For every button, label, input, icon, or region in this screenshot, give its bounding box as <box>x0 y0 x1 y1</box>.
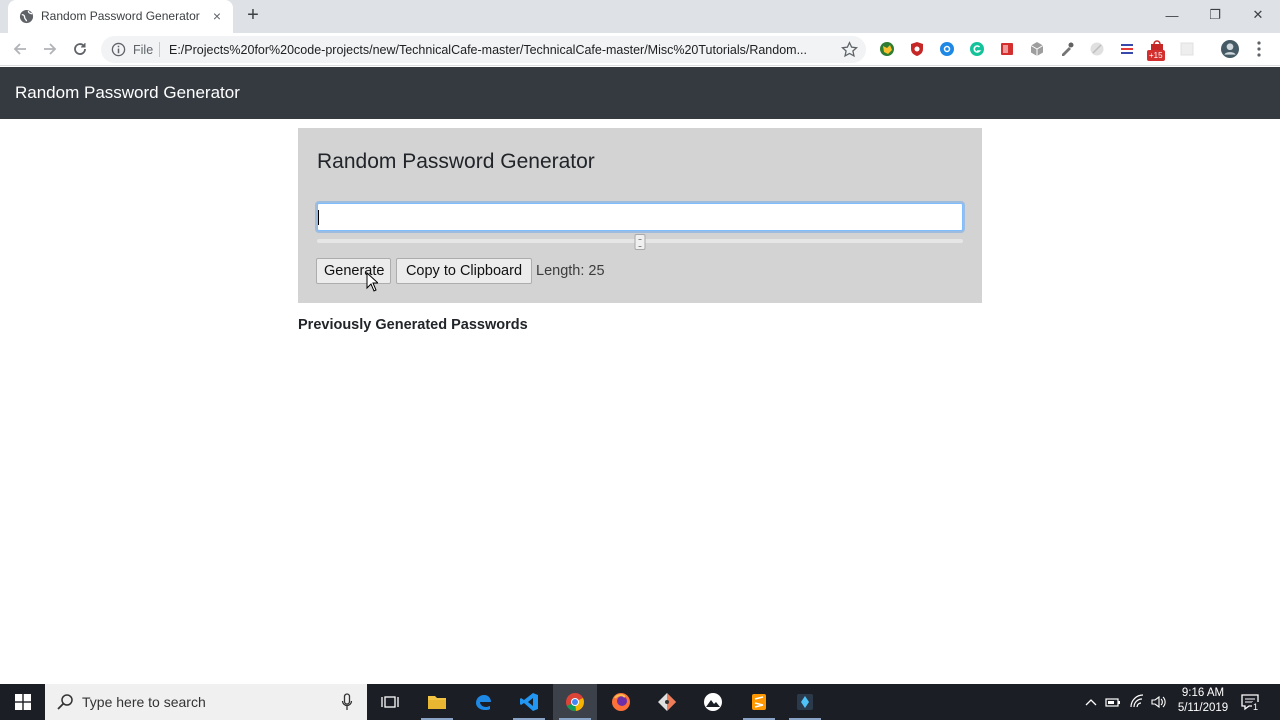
task-view-icon <box>381 696 399 708</box>
taskbar-vscode[interactable] <box>507 684 551 720</box>
windows-taskbar: Type here to search 9:16 AM 5/11/2019 1 <box>0 684 1280 720</box>
browser-toolbar: File E:/Projects%20for%20code-projects/n… <box>0 33 1280 66</box>
mouse-pointer-icon <box>366 272 378 292</box>
extension-list-icon[interactable] <box>1119 41 1135 57</box>
chevron-up-icon[interactable] <box>1083 694 1099 710</box>
extension-blank-icon[interactable] <box>1179 41 1195 57</box>
action-center-button[interactable]: 1 <box>1240 692 1260 712</box>
info-icon[interactable] <box>111 42 126 57</box>
taskbar-clock[interactable]: 9:16 AM 5/11/2019 <box>1168 686 1238 716</box>
address-bar[interactable]: File E:/Projects%20for%20code-projects/n… <box>101 36 866 63</box>
password-output-field[interactable] <box>317 203 963 231</box>
folder-icon <box>428 696 446 709</box>
pen-tool-icon <box>797 694 813 710</box>
start-button[interactable] <box>0 684 45 720</box>
grammarly-icon[interactable] <box>969 41 985 57</box>
extension-badge-count: +15 <box>1147 50 1165 61</box>
arrow-right-icon <box>44 43 57 55</box>
taskbar-edge[interactable] <box>461 684 505 720</box>
clock-time: 9:16 AM <box>1181 687 1225 699</box>
vscode-icon <box>520 693 538 711</box>
bookmark-star-icon[interactable] <box>841 41 858 58</box>
taskbar-sublime[interactable] <box>737 684 781 720</box>
back-button[interactable] <box>8 37 32 61</box>
reload-button[interactable] <box>68 37 92 61</box>
new-tab-button[interactable]: + <box>243 5 263 25</box>
taskbar-git[interactable] <box>645 684 689 720</box>
taskbar-inkscape[interactable] <box>691 684 735 720</box>
microphone-icon[interactable] <box>341 693 353 711</box>
volume-icon[interactable] <box>1150 694 1166 710</box>
notification-count: 1 <box>1252 702 1260 712</box>
wifi-icon[interactable] <box>1129 694 1145 710</box>
generate-button[interactable]: Generate <box>316 258 391 284</box>
omnibox-divider <box>159 42 160 57</box>
restore-button[interactable]: ❐ <box>1194 0 1236 30</box>
search-placeholder: Type here to search <box>82 694 206 710</box>
extension-globe-icon[interactable] <box>879 41 895 57</box>
chrome-icon <box>566 693 584 712</box>
extension-badge[interactable]: +15 <box>1147 39 1169 61</box>
sublime-icon <box>752 694 766 710</box>
url-text[interactable]: E:/Projects%20for%20code-projects/new/Te… <box>169 43 837 57</box>
taskbar-editor[interactable] <box>783 684 827 720</box>
taskbar-chrome[interactable] <box>553 684 597 720</box>
text-caret <box>318 210 319 225</box>
extension-book-icon[interactable] <box>999 41 1015 57</box>
slider-thumb[interactable] <box>634 234 646 250</box>
mountain-icon <box>704 693 722 711</box>
profile-avatar-icon[interactable] <box>1221 40 1239 58</box>
security-label: File <box>133 43 154 57</box>
history-heading: Previously Generated Passwords <box>298 317 528 333</box>
close-window-button[interactable]: ✕ <box>1237 0 1279 30</box>
arrow-left-icon <box>13 43 26 55</box>
navbar-brand[interactable]: Random Password Generator <box>15 83 240 103</box>
taskbar-firefox[interactable] <box>599 684 643 720</box>
browser-tab[interactable]: Random Password Generator × <box>8 0 233 33</box>
generator-card: Random Password Generator Generate Copy … <box>298 128 982 303</box>
extension-disabled-icon[interactable] <box>1089 41 1105 57</box>
clock-date: 5/11/2019 <box>1177 702 1229 714</box>
ublock-shield-icon[interactable] <box>909 41 925 57</box>
length-slider[interactable] <box>317 234 963 250</box>
menu-kebab-icon[interactable] <box>1254 40 1264 58</box>
taskbar-file-explorer[interactable] <box>415 684 459 720</box>
firefox-icon <box>612 693 630 711</box>
windows-logo-icon <box>14 694 31 710</box>
git-icon <box>658 693 676 711</box>
card-title: Random Password Generator <box>317 150 595 173</box>
minimize-button[interactable]: — <box>1151 0 1193 30</box>
length-readout: Length: 25 <box>536 263 605 279</box>
copy-to-clipboard-button[interactable]: Copy to Clipboard <box>396 258 532 284</box>
tab-title: Random Password Generator <box>41 9 200 23</box>
forward-button[interactable] <box>38 37 62 61</box>
globe-icon <box>19 9 34 24</box>
task-view-button[interactable] <box>368 684 412 720</box>
tab-strip: Random Password Generator × + — ❐ ✕ <box>0 0 1280 33</box>
extension-at-icon[interactable] <box>939 41 955 57</box>
site-navbar: Random Password Generator <box>0 67 1280 119</box>
search-icon <box>57 694 73 710</box>
edge-icon <box>476 695 491 710</box>
taskbar-search-box[interactable]: Type here to search <box>45 684 367 720</box>
extension-cube-icon[interactable] <box>1029 41 1045 57</box>
tab-close-icon[interactable]: × <box>208 7 226 25</box>
eyedropper-icon[interactable] <box>1059 41 1075 57</box>
battery-icon[interactable] <box>1105 694 1121 710</box>
reload-icon <box>74 43 86 55</box>
